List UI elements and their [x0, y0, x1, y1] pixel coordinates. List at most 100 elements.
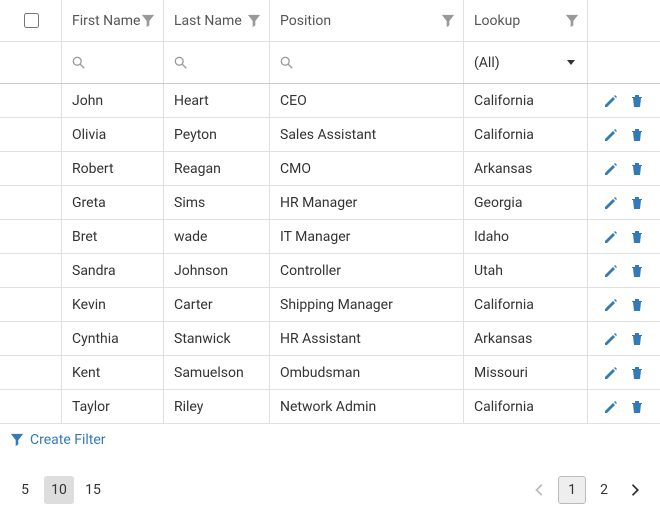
page-1[interactable]: 1	[558, 476, 586, 504]
cell-lookup: Georgia	[464, 186, 588, 219]
filter-row: (All)	[0, 42, 660, 84]
edit-button[interactable]	[603, 229, 619, 245]
cell-last-name: Peyton	[164, 118, 270, 151]
cell-position: Shipping Manager	[270, 288, 464, 321]
filter-icon[interactable]	[247, 14, 261, 28]
delete-button[interactable]	[629, 127, 645, 143]
delete-button[interactable]	[629, 93, 645, 109]
text: IT Manager	[280, 229, 350, 245]
text: HR Manager	[280, 195, 357, 211]
filter-lookup[interactable]: (All)	[464, 42, 588, 83]
header-label: Last Name	[174, 13, 247, 29]
cell-actions	[588, 322, 660, 355]
row-check-cell	[0, 84, 62, 117]
edit-button[interactable]	[603, 161, 619, 177]
row-check-cell	[0, 254, 62, 287]
cell-actions	[588, 390, 660, 423]
page-size-15[interactable]: 15	[78, 476, 108, 504]
header-position[interactable]: Position	[270, 0, 464, 41]
cell-first-name: Taylor	[62, 390, 164, 423]
page-2[interactable]: 2	[590, 476, 618, 504]
text: Missouri	[474, 365, 528, 381]
create-filter-link[interactable]: Create Filter	[10, 432, 106, 448]
filter-first-name[interactable]	[62, 42, 164, 83]
cell-position: Network Admin	[270, 390, 464, 423]
text: Heart	[174, 93, 209, 109]
edit-button[interactable]	[603, 127, 619, 143]
cell-actions	[588, 152, 660, 185]
cell-first-name: Kevin	[62, 288, 164, 321]
cell-last-name: Reagan	[164, 152, 270, 185]
cell-lookup: California	[464, 390, 588, 423]
prev-page-button[interactable]	[526, 476, 554, 504]
delete-button[interactable]	[629, 229, 645, 245]
delete-button[interactable]	[629, 297, 645, 313]
cell-lookup: California	[464, 288, 588, 321]
text: California	[474, 297, 534, 313]
edit-button[interactable]	[603, 399, 619, 415]
select-all-checkbox[interactable]	[24, 13, 39, 28]
delete-button[interactable]	[629, 331, 645, 347]
page-size-5[interactable]: 5	[10, 476, 40, 504]
cell-position: Sales Assistant	[270, 118, 464, 151]
cell-first-name: Bret	[62, 220, 164, 253]
header-first-name[interactable]: First Name	[62, 0, 164, 41]
text: Taylor	[72, 399, 110, 415]
header-checkbox-cell	[0, 0, 62, 41]
edit-button[interactable]	[603, 365, 619, 381]
header-last-name[interactable]: Last Name	[164, 0, 270, 41]
filter-check-cell	[0, 42, 62, 83]
edit-button[interactable]	[603, 263, 619, 279]
table-row: Kent Samuelson Ombudsman Missouri	[0, 356, 660, 390]
filter-position[interactable]	[270, 42, 464, 83]
text: Johnson	[174, 263, 228, 279]
header-label: Lookup	[474, 13, 565, 29]
create-filter-label: Create Filter	[30, 432, 106, 448]
table-row: BretwadeIT ManagerIdaho	[0, 220, 660, 254]
page-navigator: 12	[526, 476, 650, 504]
lookup-select[interactable]: (All)	[474, 55, 587, 71]
delete-button[interactable]	[629, 195, 645, 211]
cell-actions	[588, 84, 660, 117]
header-lookup[interactable]: Lookup	[464, 0, 588, 41]
header-label: First Name	[72, 13, 141, 29]
search-icon	[72, 56, 86, 70]
text: Controller	[280, 263, 341, 279]
filter-last-name[interactable]	[164, 42, 270, 83]
delete-button[interactable]	[629, 263, 645, 279]
delete-button[interactable]	[629, 365, 645, 381]
text: Olivia	[72, 127, 106, 143]
edit-button[interactable]	[603, 195, 619, 211]
filter-icon[interactable]	[141, 14, 155, 28]
table-row: KevinCarterShipping ManagerCalifornia	[0, 288, 660, 322]
table-row: TaylorRileyNetwork AdminCalifornia	[0, 390, 660, 424]
cell-first-name: Robert	[62, 152, 164, 185]
page-size-10[interactable]: 10	[44, 476, 74, 504]
text: Samuelson	[174, 365, 244, 381]
text: Kent	[72, 365, 100, 381]
text: Sims	[174, 195, 205, 211]
filter-icon[interactable]	[565, 14, 579, 28]
next-page-button[interactable]	[622, 476, 650, 504]
delete-button[interactable]	[629, 161, 645, 177]
cell-actions	[588, 288, 660, 321]
cell-first-name: Olivia	[62, 118, 164, 151]
cell-position: CEO	[270, 84, 464, 117]
filter-icon[interactable]	[441, 14, 455, 28]
edit-button[interactable]	[603, 331, 619, 347]
text: Kevin	[72, 297, 106, 313]
edit-button[interactable]	[603, 297, 619, 313]
row-check-cell	[0, 152, 62, 185]
cell-actions	[588, 254, 660, 287]
lookup-value: (All)	[474, 55, 500, 71]
text: Shipping Manager	[280, 297, 393, 313]
cell-position: IT Manager	[270, 220, 464, 253]
edit-button[interactable]	[603, 93, 619, 109]
text: Ombudsman	[280, 365, 360, 381]
cell-first-name: John	[62, 84, 164, 117]
table-row: SandraJohnsonControllerUtah	[0, 254, 660, 288]
text: Cynthia	[72, 331, 119, 347]
row-check-cell	[0, 322, 62, 355]
header-actions	[588, 0, 660, 41]
delete-button[interactable]	[629, 399, 645, 415]
